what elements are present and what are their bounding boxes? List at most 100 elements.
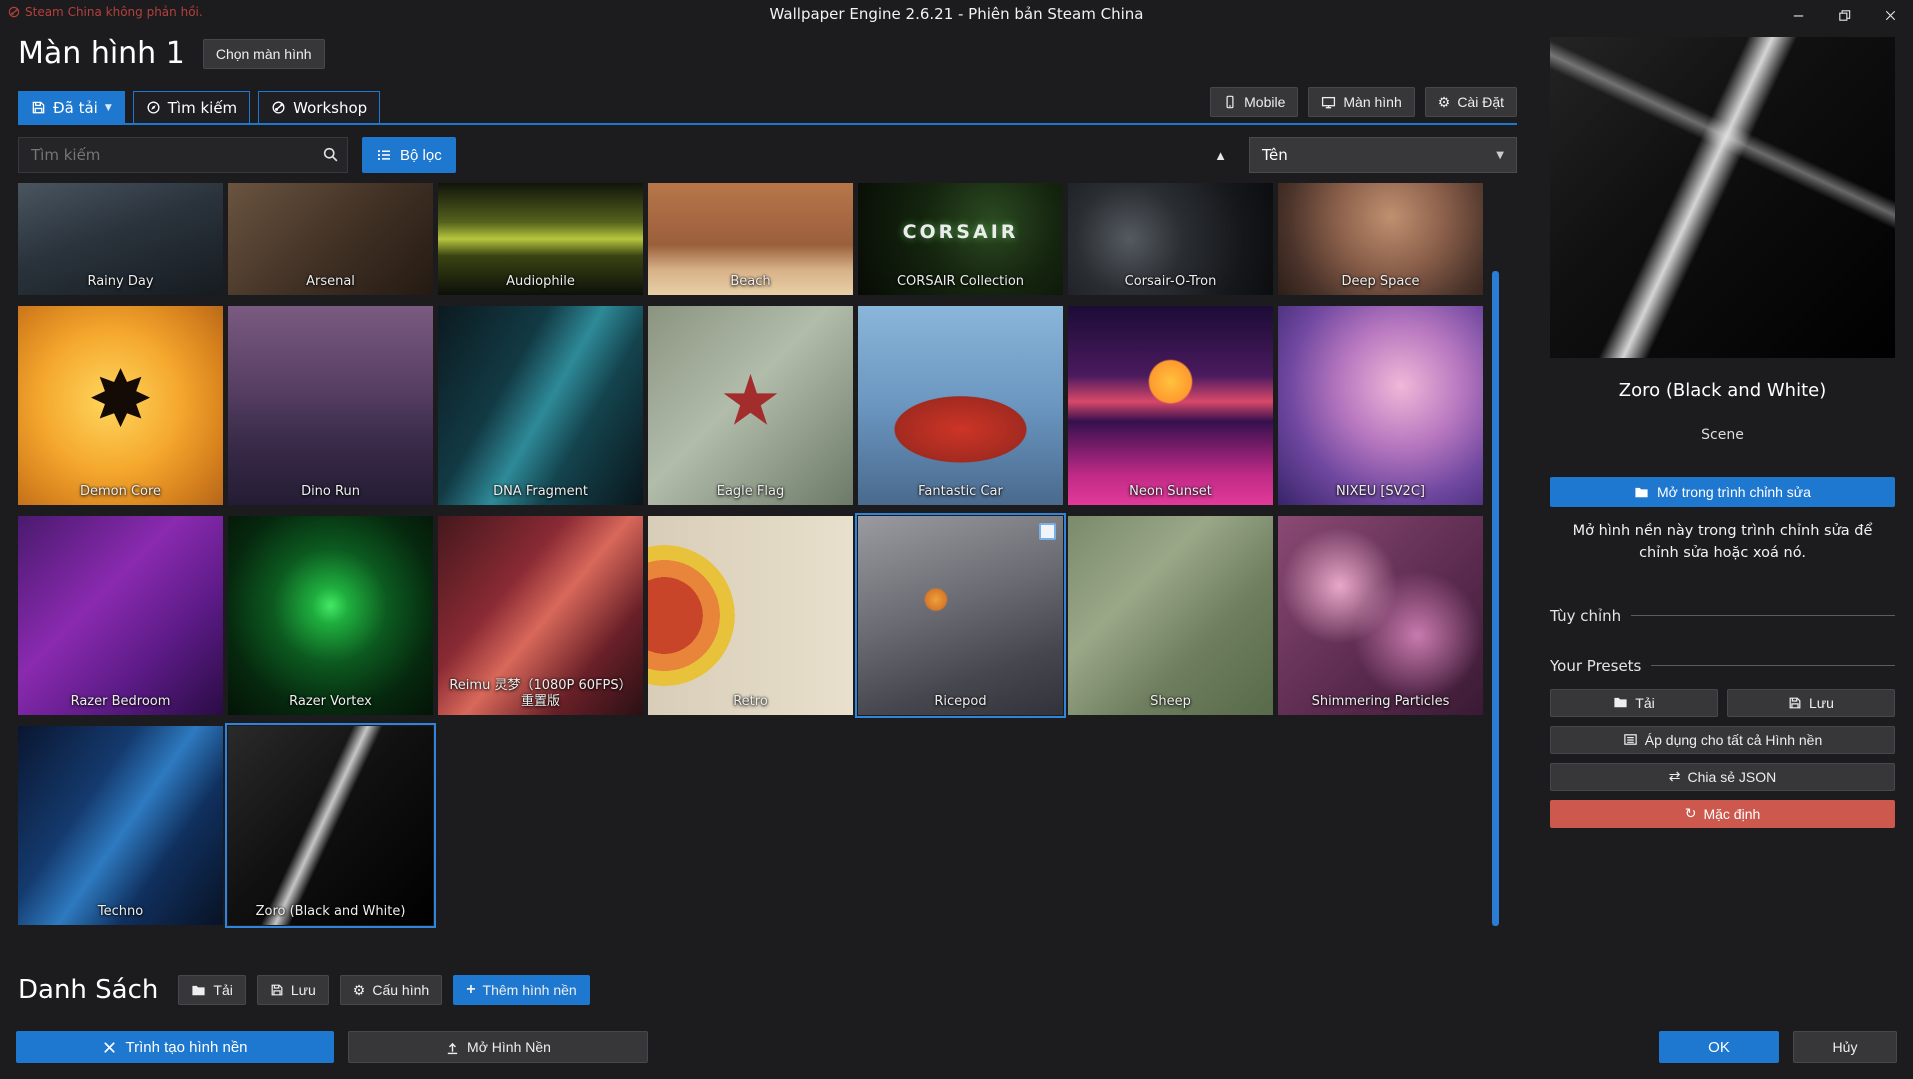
upload-icon	[445, 1040, 460, 1055]
minimize-button[interactable]	[1775, 0, 1821, 30]
wallpaper-item[interactable]: Fantastic Car	[858, 306, 1063, 505]
add-wallpaper-button[interactable]: + Thêm hình nền	[453, 975, 590, 1005]
wallpaper-item[interactable]: Rainy Day	[18, 183, 223, 295]
filter-label: Bộ lọc	[400, 147, 442, 164]
steam-status-warning: Steam China không phản hồi.	[8, 5, 203, 19]
wallpaper-creator-button[interactable]: Trình tạo hình nền	[16, 1031, 334, 1063]
tab-search-label: Tìm kiếm	[168, 99, 237, 117]
wallpaper-item[interactable]: ✸Demon Core	[18, 306, 223, 505]
wallpaper-item[interactable]: Razer Vortex	[228, 516, 433, 715]
playlist-save-button[interactable]: Lưu	[257, 975, 329, 1005]
restore-button[interactable]	[1821, 0, 1867, 30]
sort-caret-icon: ▼	[1496, 150, 1504, 161]
playlist-configure-label: Cấu hình	[372, 982, 429, 998]
playlist-load-button[interactable]: Tải	[178, 975, 245, 1005]
preset-save-button[interactable]: Lưu	[1727, 689, 1895, 717]
wallpaper-label: Reimu 灵梦（1080P 60FPS） 重置版	[440, 678, 641, 711]
wallpaper-item[interactable]: Retro	[648, 516, 853, 715]
wallpaper-item[interactable]: Razer Bedroom	[18, 516, 223, 715]
wallpaper-item[interactable]: Arsenal	[228, 183, 433, 295]
page-title: Màn hình 1	[18, 36, 185, 71]
wallpaper-label: Beach	[650, 274, 851, 290]
wallpaper-item[interactable]: Beach	[648, 183, 853, 295]
tab-installed[interactable]: Đã tải ▼	[18, 91, 125, 123]
steam-warning-icon	[8, 6, 20, 18]
titlebar: Steam China không phản hồi. Wallpaper En…	[0, 0, 1913, 28]
wallpaper-label: Dino Run	[230, 484, 431, 500]
mobile-button[interactable]: Mobile	[1210, 87, 1298, 117]
wallpaper-label: Zoro (Black and White)	[230, 904, 431, 920]
apply-all-label: Áp dụng cho tất cả Hình nền	[1645, 732, 1822, 748]
wallpaper-item[interactable]: Zoro (Black and White)	[228, 726, 433, 925]
filter-button[interactable]: Bộ lọc	[362, 137, 456, 173]
wallpaper-item[interactable]: Techno	[18, 726, 223, 925]
display-button[interactable]: Màn hình	[1308, 87, 1414, 117]
scrollbar-thumb[interactable]	[1492, 271, 1499, 926]
wallpaper-item[interactable]: ★Eagle Flag	[648, 306, 853, 505]
search-input[interactable]	[18, 137, 348, 173]
folder-icon	[1613, 695, 1628, 710]
wallpaper-item[interactable]: DNA Fragment	[438, 306, 643, 505]
settings-label: Cài Đặt	[1457, 94, 1504, 110]
wallpaper-label: DNA Fragment	[440, 484, 641, 500]
wallpaper-item[interactable]: Audiophile	[438, 183, 643, 295]
wallpaper-label: Deep Space	[1280, 274, 1481, 290]
preset-buttons-row: Tải Lưu	[1550, 689, 1895, 717]
save-disk-icon	[270, 983, 284, 997]
settings-button[interactable]: ⚙ Cài Đặt	[1425, 87, 1517, 117]
preview-type: Scene	[1550, 427, 1895, 443]
apply-all-button[interactable]: Áp dụng cho tất cả Hình nền	[1550, 726, 1895, 754]
search-icon[interactable]	[322, 146, 339, 163]
top-buttons: Mobile Màn hình ⚙ Cài Đặt	[1210, 87, 1517, 123]
choose-screen-button[interactable]: Chọn màn hình	[203, 39, 325, 69]
refresh-icon: ↻	[1685, 805, 1697, 822]
wallpaper-label: Arsenal	[230, 274, 431, 290]
wallpaper-item[interactable]: CORSAIRCORSAIR Collection	[858, 183, 1063, 295]
tab-workshop[interactable]: Workshop	[258, 91, 380, 123]
tab-installed-caret-icon[interactable]: ▼	[105, 103, 112, 113]
ok-label: OK	[1708, 1039, 1730, 1056]
wallpaper-checkbox[interactable]	[1039, 523, 1056, 540]
gear-icon: ⚙	[353, 983, 366, 997]
sort-select[interactable]: Tên ▼	[1249, 137, 1517, 173]
open-editor-button[interactable]: Mở trong trình chỉnh sửa	[1550, 477, 1895, 507]
sidebar: Zoro (Black and White) Scene Mở trong tr…	[1533, 28, 1913, 1015]
sort-direction-button[interactable]: ▲	[1208, 147, 1233, 164]
close-icon	[1883, 8, 1898, 23]
tab-search[interactable]: Tìm kiếm	[133, 91, 250, 123]
wallpaper-item[interactable]: Reimu 灵梦（1080P 60FPS） 重置版	[438, 516, 643, 715]
open-wallpaper-button[interactable]: Mở Hình Nền	[348, 1031, 648, 1063]
wallpaper-item[interactable]: Shimmering Particles	[1278, 516, 1483, 715]
wallpaper-label: Retro	[650, 694, 851, 710]
search-box	[18, 137, 348, 173]
wallpaper-item[interactable]: Corsair-O-Tron	[1068, 183, 1273, 295]
folder-icon	[191, 983, 206, 998]
wallpaper-item[interactable]: Ricepod	[858, 516, 1063, 715]
monitor-icon	[1321, 95, 1336, 110]
playlist-configure-button[interactable]: ⚙ Cấu hình	[340, 975, 442, 1005]
share-json-button[interactable]: ⇄ Chia sẻ JSON	[1550, 763, 1895, 791]
wallpaper-item[interactable]: NIXEU [SV2C]	[1278, 306, 1483, 505]
wallpaper-label: Sheep	[1070, 694, 1271, 710]
wallpaper-grid-area: Rainy Day Arsenal Audiophile Beach CORSAIRCO…	[18, 183, 1533, 963]
wallpaper-item[interactable]: Dino Run	[228, 306, 433, 505]
preset-load-button[interactable]: Tải	[1550, 689, 1718, 717]
eagle-star-glyph: ★	[719, 365, 782, 435]
wallpaper-label: Neon Sunset	[1070, 484, 1271, 500]
wallpaper-item[interactable]: Neon Sunset	[1068, 306, 1273, 505]
footer-bar: Trình tạo hình nền Mở Hình Nền OK Hủy	[0, 1015, 1913, 1079]
close-button[interactable]	[1867, 0, 1913, 30]
ok-button[interactable]: OK	[1659, 1031, 1779, 1063]
cancel-button[interactable]: Hủy	[1793, 1031, 1897, 1063]
playlist-title: Danh Sách	[18, 975, 158, 1005]
tab-bar: Đã tải ▼ Tìm kiếm	[18, 87, 1517, 125]
wallpaper-item[interactable]: Sheep	[1068, 516, 1273, 715]
share-icon: ⇄	[1669, 768, 1681, 785]
default-button[interactable]: ↻ Mặc định	[1550, 800, 1895, 828]
main-panel: Màn hình 1 Chọn màn hình Đã tải ▼	[0, 28, 1533, 1015]
filter-row: Bộ lọc ▲ Tên ▼	[18, 137, 1517, 173]
customize-section-header: Tùy chỉnh	[1550, 607, 1895, 625]
steam-status-text: Steam China không phản hồi.	[25, 5, 203, 19]
preset-save-label: Lưu	[1809, 695, 1834, 711]
wallpaper-item[interactable]: Deep Space	[1278, 183, 1483, 295]
